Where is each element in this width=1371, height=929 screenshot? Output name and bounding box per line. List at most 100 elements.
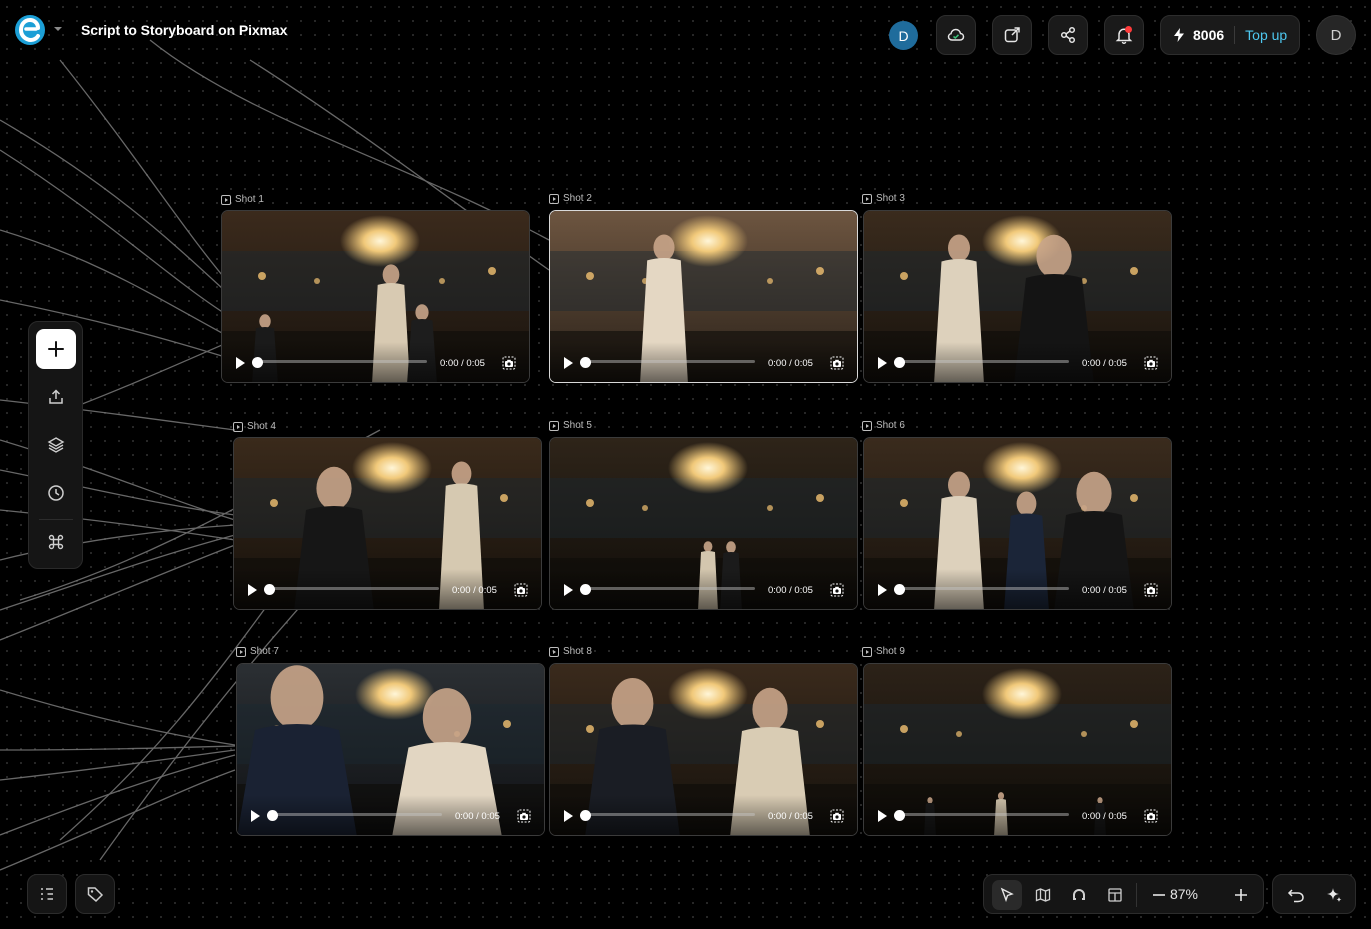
snapshot-icon[interactable] [1144, 356, 1158, 370]
play-icon[interactable] [236, 357, 245, 369]
progress-knob[interactable] [264, 584, 275, 595]
toolbar-divider [39, 519, 73, 520]
open-external-button[interactable] [992, 15, 1032, 55]
history-icon [47, 484, 65, 502]
undo-button[interactable] [1281, 880, 1311, 910]
shot-card[interactable]: 0:00 / 0:05 [236, 663, 545, 836]
progress-knob[interactable] [580, 357, 591, 368]
zoom-level[interactable]: 87% [1170, 886, 1198, 902]
toolbar-divider [1136, 883, 1137, 907]
video-controls: 0:00 / 0:05 [550, 342, 857, 382]
progress-knob[interactable] [267, 810, 278, 821]
upload-button[interactable] [36, 377, 76, 417]
snapshot-icon[interactable] [830, 583, 844, 597]
layout-tool-button[interactable] [1100, 880, 1130, 910]
video-frame-icon [236, 646, 246, 657]
video-controls: 0:00 / 0:05 [864, 569, 1171, 609]
snapshot-icon[interactable] [1144, 583, 1158, 597]
shot-label: Shot 1 [221, 194, 264, 205]
shot-label-text: Shot 4 [247, 421, 276, 432]
shot-label: Shot 5 [549, 420, 592, 431]
play-icon[interactable] [251, 810, 260, 822]
video-frame-icon [862, 193, 872, 204]
magnet-icon [1071, 887, 1087, 903]
collaborator-avatar[interactable]: D [889, 21, 918, 50]
play-icon[interactable] [564, 810, 573, 822]
progress-knob[interactable] [894, 357, 905, 368]
history-button[interactable] [36, 473, 76, 513]
shot-card[interactable]: 0:00 / 0:05 [863, 437, 1172, 610]
user-avatar[interactable]: D [1316, 15, 1356, 55]
undo-icon [1287, 886, 1305, 904]
shot-card[interactable]: 0:00 / 0:05 [233, 437, 542, 610]
sparkle-icon [1325, 886, 1343, 904]
snapshot-icon[interactable] [517, 809, 531, 823]
snapshot-icon[interactable] [502, 356, 516, 370]
shot-label: Shot 4 [233, 421, 276, 432]
upload-icon [47, 388, 65, 406]
progress-knob[interactable] [580, 810, 591, 821]
progress-track[interactable] [899, 587, 1069, 590]
video-controls: 0:00 / 0:05 [864, 795, 1171, 835]
video-time: 0:00 / 0:05 [1082, 358, 1127, 369]
notifications-button[interactable] [1104, 15, 1144, 55]
tag-button[interactable] [75, 874, 115, 914]
shot-card[interactable]: 0:00 / 0:05 [549, 663, 858, 836]
play-icon[interactable] [878, 810, 887, 822]
select-tool-button[interactable] [992, 880, 1022, 910]
snapshot-icon[interactable] [1144, 809, 1158, 823]
snapshot-icon[interactable] [830, 356, 844, 370]
command-icon [47, 533, 65, 551]
progress-knob[interactable] [580, 584, 591, 595]
progress-knob[interactable] [894, 810, 905, 821]
magnet-tool-button[interactable] [1064, 880, 1094, 910]
video-controls: 0:00 / 0:05 [864, 342, 1171, 382]
play-icon[interactable] [878, 357, 887, 369]
play-icon[interactable] [878, 584, 887, 596]
shot-label: Shot 8 [549, 646, 592, 657]
progress-track[interactable] [585, 587, 755, 590]
shot-card[interactable]: 0:00 / 0:05 [863, 663, 1172, 836]
zoom-in-button[interactable] [1226, 880, 1256, 910]
snapshot-icon[interactable] [514, 583, 528, 597]
top-up-link[interactable]: Top up [1245, 27, 1287, 43]
play-icon[interactable] [564, 584, 573, 596]
layers-button[interactable] [36, 425, 76, 465]
progress-track[interactable] [899, 813, 1069, 816]
ai-assist-button[interactable] [1319, 880, 1349, 910]
chevron-down-icon[interactable] [52, 23, 64, 35]
shot-card[interactable]: 0:00 / 0:05 [549, 210, 858, 383]
progress-knob[interactable] [894, 584, 905, 595]
progress-track[interactable] [257, 360, 427, 363]
document-title[interactable]: Script to Storyboard on Pixmax [81, 22, 287, 38]
shot-card[interactable]: 0:00 / 0:05 [221, 210, 530, 383]
shot-card[interactable]: 0:00 / 0:05 [549, 437, 858, 610]
progress-track[interactable] [899, 360, 1069, 363]
shot-card[interactable]: 0:00 / 0:05 [863, 210, 1172, 383]
play-icon[interactable] [248, 584, 257, 596]
video-time: 0:00 / 0:05 [1082, 811, 1127, 822]
play-icon[interactable] [564, 357, 573, 369]
command-button[interactable] [36, 522, 76, 562]
cloud-sync-button[interactable] [936, 15, 976, 55]
shot-label-text: Shot 5 [563, 420, 592, 431]
shot-label: Shot 3 [862, 193, 905, 204]
snapshot-icon[interactable] [830, 809, 844, 823]
map-tool-button[interactable] [1028, 880, 1058, 910]
progress-track[interactable] [269, 587, 439, 590]
shot-label-text: Shot 6 [876, 420, 905, 431]
share-button[interactable] [1048, 15, 1088, 55]
progress-knob[interactable] [252, 357, 263, 368]
zoom-out-icon [1151, 887, 1167, 903]
add-node-button[interactable] [36, 329, 76, 369]
credits-count: 8006 [1193, 27, 1225, 43]
shot-label: Shot 9 [862, 646, 905, 657]
progress-track[interactable] [585, 360, 755, 363]
outline-button[interactable] [27, 874, 67, 914]
shot-label-text: Shot 3 [876, 193, 905, 204]
progress-track[interactable] [585, 813, 755, 816]
progress-track[interactable] [272, 813, 442, 816]
app-logo[interactable] [14, 14, 46, 46]
layers-icon [47, 436, 65, 454]
cloud-sync-icon [947, 26, 965, 44]
